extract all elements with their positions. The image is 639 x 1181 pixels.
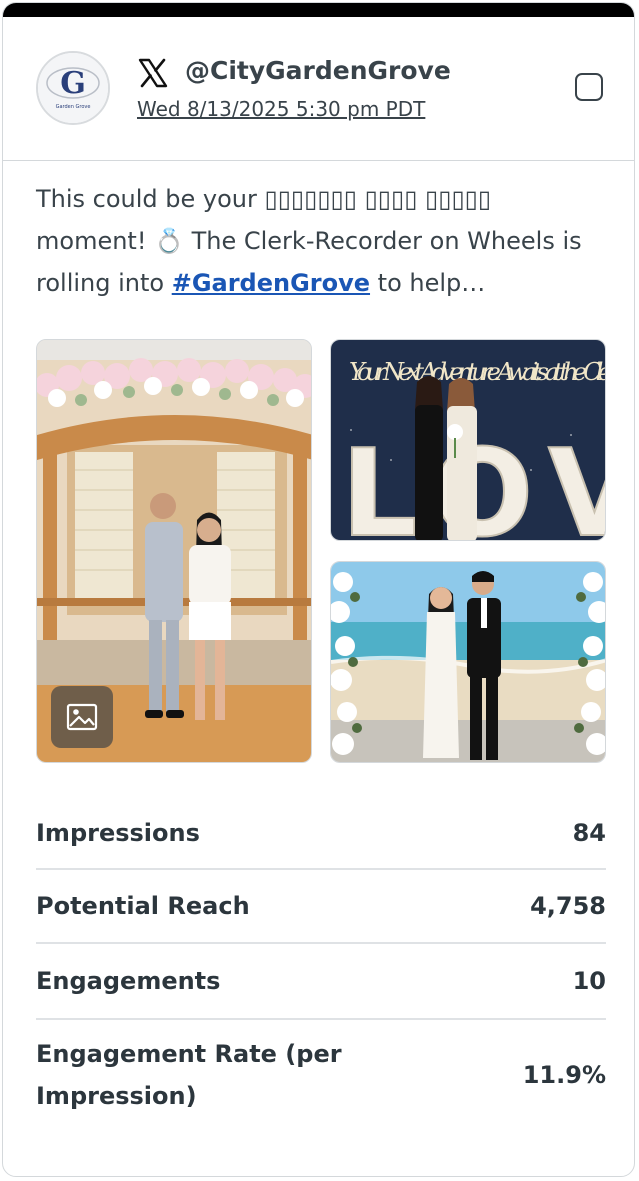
account-handle[interactable]: @CityGardenGrove [185, 56, 451, 85]
metric-row: Impressions 84 [36, 798, 606, 870]
metric-row: Engagements 10 [36, 944, 606, 1020]
woman-black-dress [415, 376, 443, 540]
post-photo-2[interactable]: Your Next Adventure Awaits at the Clerk-… [330, 339, 606, 541]
svg-text:Your Next Adventure Awaits at: Your Next Adventure Awaits at the Clerk-… [349, 358, 606, 386]
garden-grove-logo: G Garden Grove [38, 53, 108, 123]
post-photo-3[interactable] [330, 561, 606, 763]
svg-text:Garden Grove: Garden Grove [56, 104, 91, 110]
post-text-tail: to help… [370, 269, 486, 297]
select-checkbox[interactable] [575, 73, 603, 101]
metric-value: 4,758 [530, 892, 606, 920]
x-logo-icon [138, 58, 168, 88]
metric-value: 84 [572, 819, 606, 847]
post-text: This could be your ▯▯▯▯▯▯▯ ▯▯▯▯ ▯▯▯▯▯ mo… [36, 178, 606, 304]
metric-label: Impressions [36, 819, 200, 847]
metric-value: 11.9% [522, 1061, 606, 1089]
svg-text:G: G [60, 66, 86, 101]
metric-label: Engagement Rate (per Impression) [36, 1040, 342, 1110]
metric-label: Engagements [36, 967, 221, 995]
hashtag-link[interactable]: #GardenGrove [172, 269, 370, 297]
metric-row: Engagement Rate (per Impression) 11.9% [36, 1020, 606, 1130]
top-accent-bar [3, 3, 634, 17]
bride-white-dress [423, 587, 459, 758]
metric-label: Potential Reach [36, 892, 250, 920]
post-metrics-table: Impressions 84 Potential Reach 4,758 Engagem… [36, 798, 606, 1130]
profile-avatar[interactable]: G Garden Grove [36, 51, 110, 125]
metric-row: Potential Reach 4,758 [36, 870, 606, 944]
post-header: G Garden Grove @CityGardenGrove Wed 8/13… [3, 17, 634, 161]
image-gallery-icon [66, 703, 98, 731]
post-photo-1[interactable] [36, 339, 312, 763]
woman-white-outfit [447, 378, 477, 540]
post-timestamp-link[interactable]: Wed 8/13/2025 5:30 pm PDT [137, 97, 425, 121]
image-gallery-button[interactable] [51, 686, 113, 748]
post-card: G Garden Grove @CityGardenGrove Wed 8/13… [2, 2, 635, 1177]
metric-value: 10 [572, 967, 606, 995]
